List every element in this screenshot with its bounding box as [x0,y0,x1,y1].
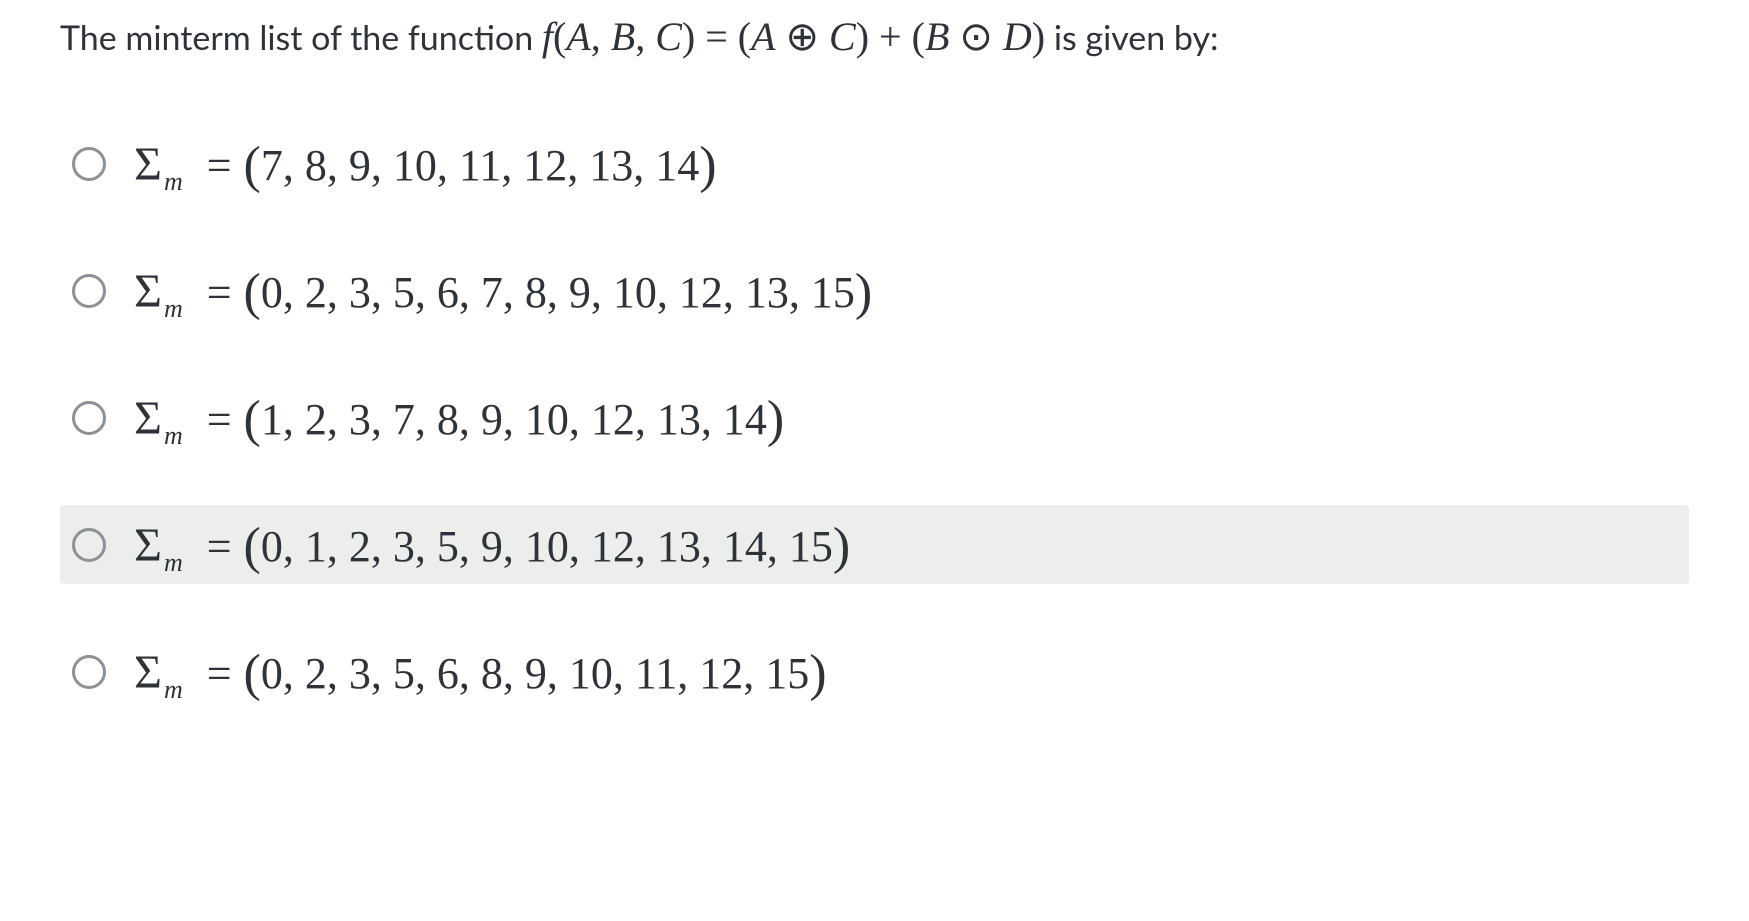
radio-icon[interactable] [72,655,106,689]
answer-list: Σm = (7, 8, 9, 10, 11, 12, 13, 14) Σm = … [60,124,1689,711]
open-paren: ( [244,136,261,195]
minterm-list: 1, 2, 3, 7, 8, 9, 10, 12, 13, 14 [261,394,767,445]
answer-math: Σm = (0, 2, 3, 5, 6, 7, 8, 9, 10, 12, 13… [134,261,872,320]
close-paren: ) [855,263,872,322]
answer-math: Σm = (0, 2, 3, 5, 6, 8, 9, 10, 11, 12, 1… [134,642,827,701]
minterm-list: 0, 2, 3, 5, 6, 7, 8, 9, 10, 12, 13, 15 [261,267,855,318]
sigma-symbol: Σ [134,137,162,192]
equals-sign: = [207,521,232,572]
sigma-symbol: Σ [134,645,162,700]
radio-icon[interactable] [72,528,106,562]
sigma-subscript: m [164,294,183,324]
answer-math: Σm = (1, 2, 3, 7, 8, 9, 10, 12, 13, 14) [134,388,784,447]
open-paren: ( [244,390,261,449]
sigma-symbol: Σ [134,391,162,446]
equals-sign: = [207,394,232,445]
minterm-list: 0, 2, 3, 5, 6, 8, 9, 10, 11, 12, 15 [261,648,809,699]
sigma-subscript: m [164,167,183,197]
answer-math: Σm = (7, 8, 9, 10, 11, 12, 13, 14) [134,134,717,193]
radio-icon[interactable] [72,147,106,181]
minterm-list: 7, 8, 9, 10, 11, 12, 13, 14 [261,140,699,191]
answer-option[interactable]: Σm = (7, 8, 9, 10, 11, 12, 13, 14) [60,124,1689,203]
minterm-list: 0, 1, 2, 3, 5, 9, 10, 12, 13, 14, 15 [261,521,833,572]
question-stem: The minterm list of the function f(A, B,… [60,10,1660,64]
question-page: The minterm list of the function f(A, B,… [0,0,1749,741]
stem-math: f(A, B, C) = (A ⊕ C) + (B ⊙ D) [542,14,1045,59]
sigma-subscript: m [164,675,183,705]
sigma-subscript: m [164,421,183,451]
sigma-symbol: Σ [134,518,162,573]
open-paren: ( [244,644,261,703]
equals-sign: = [207,267,232,318]
close-paren: ) [699,136,716,195]
answer-option[interactable]: Σm = (0, 1, 2, 3, 5, 9, 10, 12, 13, 14, … [60,505,1689,584]
close-paren: ) [767,390,784,449]
close-paren: ) [809,644,826,703]
equals-sign: = [207,648,232,699]
sigma-symbol: Σ [134,264,162,319]
equals-sign: = [207,140,232,191]
open-paren: ( [244,517,261,576]
radio-icon[interactable] [72,274,106,308]
answer-math: Σm = (0, 1, 2, 3, 5, 9, 10, 12, 13, 14, … [134,515,850,574]
answer-option[interactable]: Σm = (0, 2, 3, 5, 6, 7, 8, 9, 10, 12, 13… [60,251,1689,330]
stem-prefix: The minterm list of the function [60,17,542,58]
sigma-subscript: m [164,548,183,578]
open-paren: ( [244,263,261,322]
close-paren: ) [833,517,850,576]
answer-option[interactable]: Σm = (0, 2, 3, 5, 6, 8, 9, 10, 11, 12, 1… [60,632,1689,711]
radio-icon[interactable] [72,401,106,435]
answer-option[interactable]: Σm = (1, 2, 3, 7, 8, 9, 10, 12, 13, 14) [60,378,1689,457]
stem-suffix: is given by: [1045,17,1218,58]
